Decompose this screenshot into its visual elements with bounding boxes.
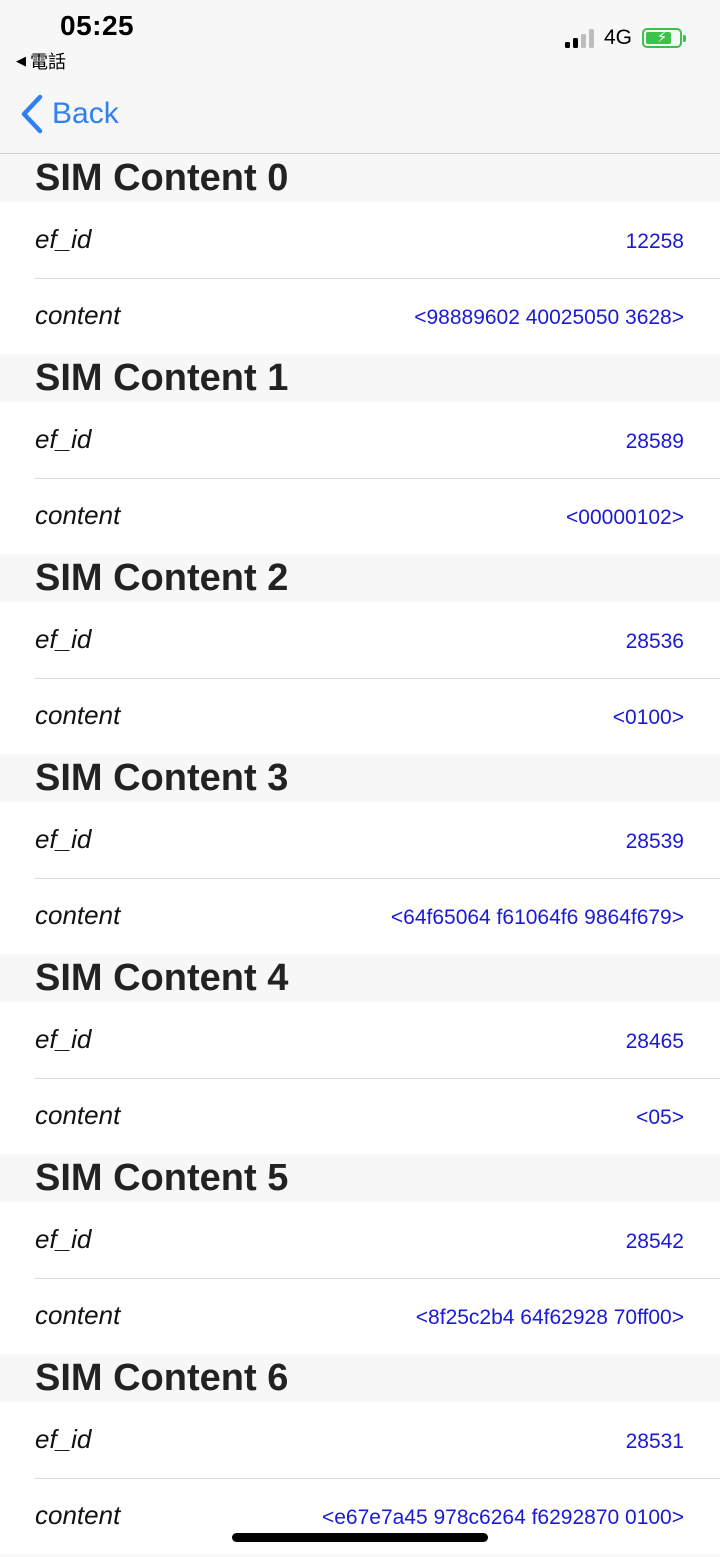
section-body: ef_id 28589 content <00000102> bbox=[0, 402, 720, 554]
row-key: ef_id bbox=[35, 1224, 92, 1254]
section-header: SIM Content 1 bbox=[0, 354, 720, 402]
list-row-content[interactable]: content <05> bbox=[0, 1078, 720, 1154]
home-indicator[interactable] bbox=[232, 1533, 488, 1542]
row-key: ef_id bbox=[35, 1024, 92, 1054]
row-value: <00000102> bbox=[566, 506, 684, 529]
row-key: content bbox=[35, 700, 121, 730]
list-row-content[interactable]: content <0100> bbox=[0, 678, 720, 754]
back-button-label: Back bbox=[52, 97, 119, 130]
section-body: ef_id 28531 content <e67e7a45 978c6264 f629… bbox=[0, 1402, 720, 1554]
section-header: SIM Content 5 bbox=[0, 1154, 720, 1202]
row-key: content bbox=[35, 1500, 121, 1530]
row-value: <0100> bbox=[612, 706, 684, 729]
section-body: ef_id 28465 content <05> bbox=[0, 1002, 720, 1154]
section-body: ef_id 28536 content <0100> bbox=[0, 602, 720, 754]
list-row-content[interactable]: content <00000102> bbox=[0, 478, 720, 554]
row-value: 12258 bbox=[625, 230, 684, 253]
row-key: content bbox=[35, 300, 121, 330]
section-header: SIM Content 4 bbox=[0, 954, 720, 1002]
row-key: ef_id bbox=[35, 624, 92, 654]
section-title: SIM Content 4 bbox=[35, 957, 289, 999]
row-value: <e67e7a45 978c6264 f6292870 0100> bbox=[321, 1506, 684, 1529]
status-bar: 05:25 ◀ 電話 4G ⚡ bbox=[0, 0, 720, 80]
section-header: SIM Content 3 bbox=[0, 754, 720, 802]
row-value: 28589 bbox=[625, 430, 684, 453]
row-key: ef_id bbox=[35, 1424, 92, 1454]
list-row-content[interactable]: content <8f25c2b4 64f62928 70ff00> bbox=[0, 1278, 720, 1354]
section-body: ef_id 12258 content <98889602 40025050 3628… bbox=[0, 202, 720, 354]
row-value: 28531 bbox=[625, 1430, 684, 1453]
battery-charging-icon: ⚡ bbox=[642, 28, 686, 48]
section-title: SIM Content 3 bbox=[35, 757, 289, 799]
section-body: ef_id 28542 content <8f25c2b4 64f62928 70ff… bbox=[0, 1202, 720, 1354]
list-row-ef-id[interactable]: ef_id 28589 bbox=[0, 402, 720, 478]
list-row-content[interactable]: content <64f65064 f61064f6 9864f679> bbox=[0, 878, 720, 954]
list-row-content[interactable]: content <98889602 40025050 3628> bbox=[0, 278, 720, 354]
back-to-app-link[interactable]: ◀ 電話 bbox=[16, 48, 66, 74]
row-value: <05> bbox=[636, 1106, 684, 1129]
row-key: content bbox=[35, 900, 121, 930]
list-row-ef-id[interactable]: ef_id 28531 bbox=[0, 1402, 720, 1478]
row-key: content bbox=[35, 1300, 121, 1330]
row-key: ef_id bbox=[35, 824, 92, 854]
section-header: SIM Content 6 bbox=[0, 1354, 720, 1402]
row-key: ef_id bbox=[35, 424, 92, 454]
section-title: SIM Content 0 bbox=[35, 157, 289, 199]
network-type: 4G bbox=[603, 26, 632, 49]
section-title: SIM Content 6 bbox=[35, 1357, 289, 1399]
row-value: <98889602 40025050 3628> bbox=[414, 306, 684, 329]
navigation-bar: Back bbox=[0, 80, 720, 154]
back-to-app-label: 電話 bbox=[30, 52, 66, 72]
row-key: content bbox=[35, 1100, 121, 1130]
status-indicators: 4G ⚡ bbox=[564, 26, 686, 50]
section-title: SIM Content 1 bbox=[35, 357, 289, 399]
row-value: 28539 bbox=[625, 830, 684, 853]
list-row-ef-id[interactable]: ef_id 28465 bbox=[0, 1002, 720, 1078]
row-value: 28536 bbox=[625, 630, 684, 653]
section-body: ef_id 28539 content <64f65064 f61064f6 9864… bbox=[0, 802, 720, 954]
row-value: 28542 bbox=[625, 1230, 684, 1253]
charging-bolt-icon: ⚡ bbox=[656, 29, 668, 46]
sim-content-list: SIM Content 0 ef_id 12258 content <98889602 … bbox=[0, 154, 720, 1554]
back-triangle-icon: ◀ bbox=[16, 53, 26, 68]
section-title: SIM Content 2 bbox=[35, 557, 289, 599]
row-key: ef_id bbox=[35, 224, 92, 254]
list-row-ef-id[interactable]: ef_id 28539 bbox=[0, 802, 720, 878]
list-row-ef-id[interactable]: ef_id 28542 bbox=[0, 1202, 720, 1278]
section-header: SIM Content 2 bbox=[0, 554, 720, 602]
list-row-content[interactable]: content <e67e7a45 978c6264 f6292870 0100> bbox=[0, 1478, 720, 1554]
signal-strength-icon bbox=[564, 28, 594, 48]
row-value: <64f65064 f61064f6 9864f679> bbox=[390, 906, 684, 929]
row-value: 28465 bbox=[625, 1030, 684, 1053]
back-button[interactable]: Back bbox=[20, 94, 119, 134]
status-time: 05:25 bbox=[60, 10, 135, 41]
chevron-left-icon bbox=[21, 94, 43, 134]
section-title: SIM Content 5 bbox=[35, 1157, 289, 1199]
row-value: <8f25c2b4 64f62928 70ff00> bbox=[415, 1306, 684, 1329]
row-key: content bbox=[35, 500, 121, 530]
list-row-ef-id[interactable]: ef_id 28536 bbox=[0, 602, 720, 678]
list-row-ef-id[interactable]: ef_id 12258 bbox=[0, 202, 720, 278]
section-header: SIM Content 0 bbox=[0, 154, 720, 202]
